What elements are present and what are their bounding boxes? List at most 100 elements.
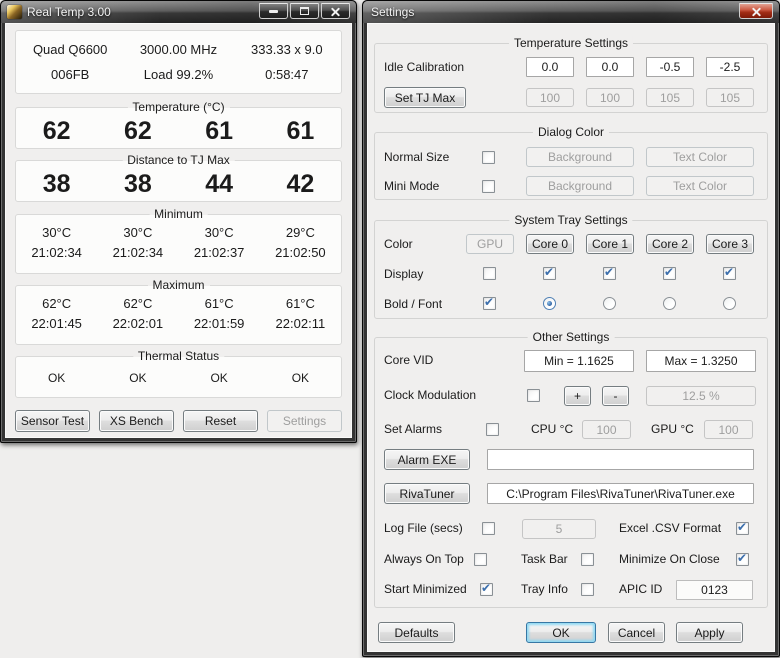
core0-color-button[interactable]: Core 0 [526, 234, 574, 254]
maximize-button[interactable] [290, 3, 319, 19]
normal-size-checkbox[interactable] [482, 151, 495, 164]
rivatuner-path-field[interactable]: C:\Program Files\RivaTuner\RivaTuner.exe [487, 483, 754, 504]
max-core1-temp: 62°C [97, 296, 178, 312]
alarm-exe-button[interactable]: Alarm EXE [384, 449, 470, 470]
minimize-icon [269, 10, 278, 13]
core2-color-button[interactable]: Core 2 [646, 234, 694, 254]
log-file-label: Log File (secs) [384, 521, 463, 536]
alarm-exe-path-field[interactable] [487, 449, 754, 470]
settings-titlebar[interactable]: Settings [363, 1, 779, 23]
always-on-top-label: Always On Top [384, 552, 464, 567]
reset-button[interactable]: Reset [183, 410, 258, 432]
tjmax-core0-field: 100 [526, 88, 574, 107]
close-button[interactable] [321, 3, 350, 19]
normal-background-button: Background [526, 147, 634, 167]
max-core0-time: 22:01:45 [16, 316, 97, 332]
defaults-button[interactable]: Defaults [378, 622, 455, 643]
min-core1-temp: 30°C [97, 225, 178, 241]
close-icon [751, 7, 762, 16]
temp-core1-value: 62 [97, 117, 178, 145]
tray-info-label: Tray Info [521, 582, 568, 597]
start-minimized-label: Start Minimized [384, 582, 467, 597]
mini-mode-label: Mini Mode [384, 179, 439, 194]
font-core3-radio[interactable] [723, 297, 736, 310]
log-file-checkbox[interactable] [482, 522, 495, 535]
idle-calibration-core3-field[interactable]: -2.5 [706, 57, 754, 77]
other-settings-group-title: Other Settings [528, 330, 615, 345]
clock-minus-button[interactable]: - [602, 386, 629, 406]
realtemp-app-icon [7, 5, 22, 19]
cpu-fsb-multiplier: 333.33 x 9.0 [233, 42, 341, 57]
clock-modulation-label: Clock Modulation [384, 388, 476, 403]
gpu-alarm-label: GPU °C [651, 422, 694, 437]
bold-checkbox[interactable] [483, 297, 496, 310]
minimize-on-close-checkbox[interactable] [736, 553, 749, 566]
normal-size-label: Normal Size [384, 150, 449, 165]
display-gpu-checkbox[interactable] [483, 267, 496, 280]
maximize-icon [300, 7, 309, 15]
idle-calibration-core2-field[interactable]: -0.5 [646, 57, 694, 77]
ok-button[interactable]: OK [526, 622, 596, 643]
idle-calibration-core0-field[interactable]: 0.0 [526, 57, 574, 77]
apic-id-field[interactable]: 0123 [676, 580, 753, 600]
cancel-button[interactable]: Cancel [608, 622, 665, 643]
display-core3-checkbox[interactable] [723, 267, 736, 280]
thermal-core0-status: OK [16, 370, 97, 386]
always-on-top-checkbox[interactable] [474, 553, 487, 566]
temperature-settings-group: Temperature Settings Idle Calibration 0.… [374, 43, 768, 113]
realtemp-titlebar[interactable]: Real Temp 3.00 [1, 1, 356, 23]
vid-min-field: Min = 1.1625 [524, 350, 634, 372]
task-bar-checkbox[interactable] [581, 553, 594, 566]
font-core2-radio[interactable] [663, 297, 676, 310]
mini-mode-checkbox[interactable] [482, 180, 495, 193]
font-core0-radio[interactable] [543, 297, 556, 310]
display-core1-checkbox[interactable] [603, 267, 616, 280]
sensor-test-button[interactable]: Sensor Test [15, 410, 90, 432]
distance-tjmax-panel-title: Distance to TJ Max [122, 153, 234, 168]
set-tjmax-button[interactable]: Set TJ Max [384, 87, 466, 108]
temperature-panel-title: Temperature (°C) [127, 100, 229, 115]
maximum-panel-title: Maximum [147, 278, 209, 293]
bold-font-label: Bold / Font [384, 297, 442, 312]
clock-modulation-value-field: 12.5 % [646, 386, 756, 406]
task-bar-label: Task Bar [521, 552, 568, 567]
cpu-frequency: 3000.00 MHz [124, 42, 232, 57]
idle-calibration-core1-field[interactable]: 0.0 [586, 57, 634, 77]
min-core1-time: 21:02:34 [97, 245, 178, 261]
apply-button[interactable]: Apply [676, 622, 743, 643]
settings-close-button[interactable] [739, 3, 773, 19]
settings-window: Settings Temperature Settings Idle Calib… [362, 0, 780, 657]
display-core2-checkbox[interactable] [663, 267, 676, 280]
clock-modulation-checkbox[interactable] [527, 389, 540, 402]
minimum-panel-title: Minimum [149, 207, 208, 222]
tjmax-core3-field: 105 [706, 88, 754, 107]
rivatuner-button[interactable]: RivaTuner [384, 483, 470, 504]
core1-color-button[interactable]: Core 1 [586, 234, 634, 254]
temp-core2-value: 61 [179, 117, 260, 145]
tjmax-core2-field: 105 [646, 88, 694, 107]
display-label: Display [384, 267, 423, 282]
core3-color-button[interactable]: Core 3 [706, 234, 754, 254]
tray-info-checkbox[interactable] [581, 583, 594, 596]
minimum-panel: Minimum 30°C 30°C 30°C 29°C 21:02:34 21:… [15, 214, 342, 274]
set-alarms-checkbox[interactable] [486, 423, 499, 436]
temp-core0-value: 62 [16, 117, 97, 145]
system-tray-group-title: System Tray Settings [509, 213, 632, 228]
other-settings-group: Other Settings Core VID Min = 1.1625 Max… [374, 337, 768, 608]
clock-plus-button[interactable]: + [564, 386, 591, 406]
csv-format-checkbox[interactable] [736, 522, 749, 535]
display-core0-checkbox[interactable] [543, 267, 556, 280]
min-core3-temp: 29°C [260, 225, 341, 241]
min-core2-time: 21:02:37 [179, 245, 260, 261]
gpu-alarm-field: 100 [704, 420, 753, 439]
min-core3-time: 21:02:50 [260, 245, 341, 261]
temp-core3-value: 61 [260, 117, 341, 145]
realtemp-client-area: Quad Q6600 3000.00 MHz 333.33 x 9.0 006F… [5, 23, 352, 438]
min-core2-temp: 30°C [179, 225, 260, 241]
realtemp-window: Real Temp 3.00 Quad Q6600 3000.00 MHz 33… [0, 0, 357, 443]
font-core1-radio[interactable] [603, 297, 616, 310]
minimize-button[interactable] [259, 3, 288, 19]
start-minimized-checkbox[interactable] [480, 583, 493, 596]
settings-window-title: Settings [371, 5, 414, 19]
xs-bench-button[interactable]: XS Bench [99, 410, 174, 432]
